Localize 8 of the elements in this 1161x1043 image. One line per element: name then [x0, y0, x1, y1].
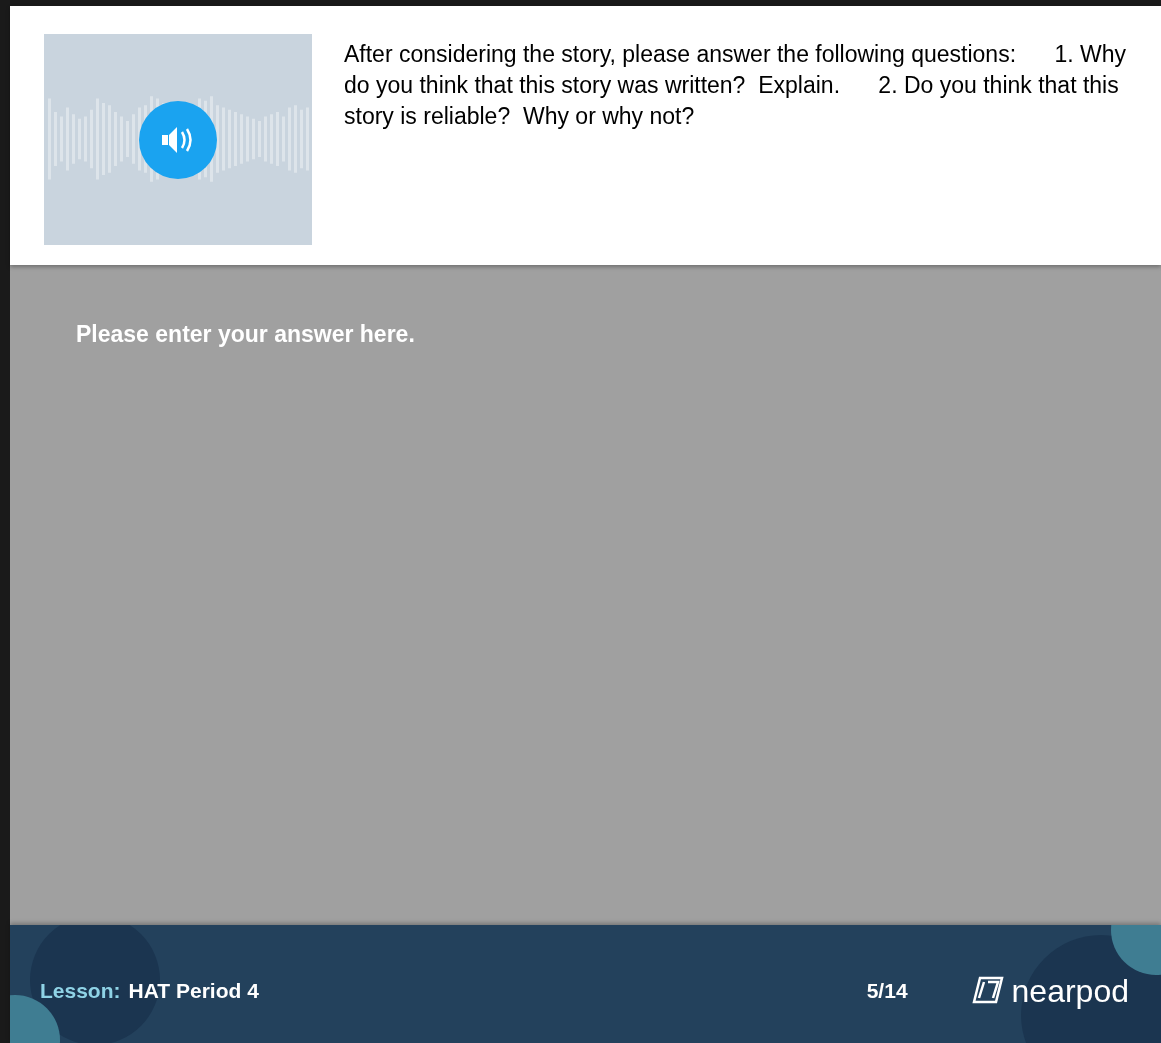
- lesson-label: Lesson:: [40, 978, 121, 1005]
- slide-counter: 5/14: [866, 978, 908, 1005]
- audio-player[interactable]: [44, 34, 312, 245]
- question-text: After considering the story, please answer the following questions: 1. Why do you think that this story was written? Explain. 2. Do you think that this story is reliable? Why or why not?: [344, 40, 1127, 131]
- answer-field[interactable]: Please enter your answer here.: [10, 265, 1161, 925]
- speaker-icon[interactable]: [139, 100, 217, 179]
- brand-logo: nearpod: [969, 974, 1129, 1008]
- lesson-name: HAT Period 4: [128, 978, 259, 1005]
